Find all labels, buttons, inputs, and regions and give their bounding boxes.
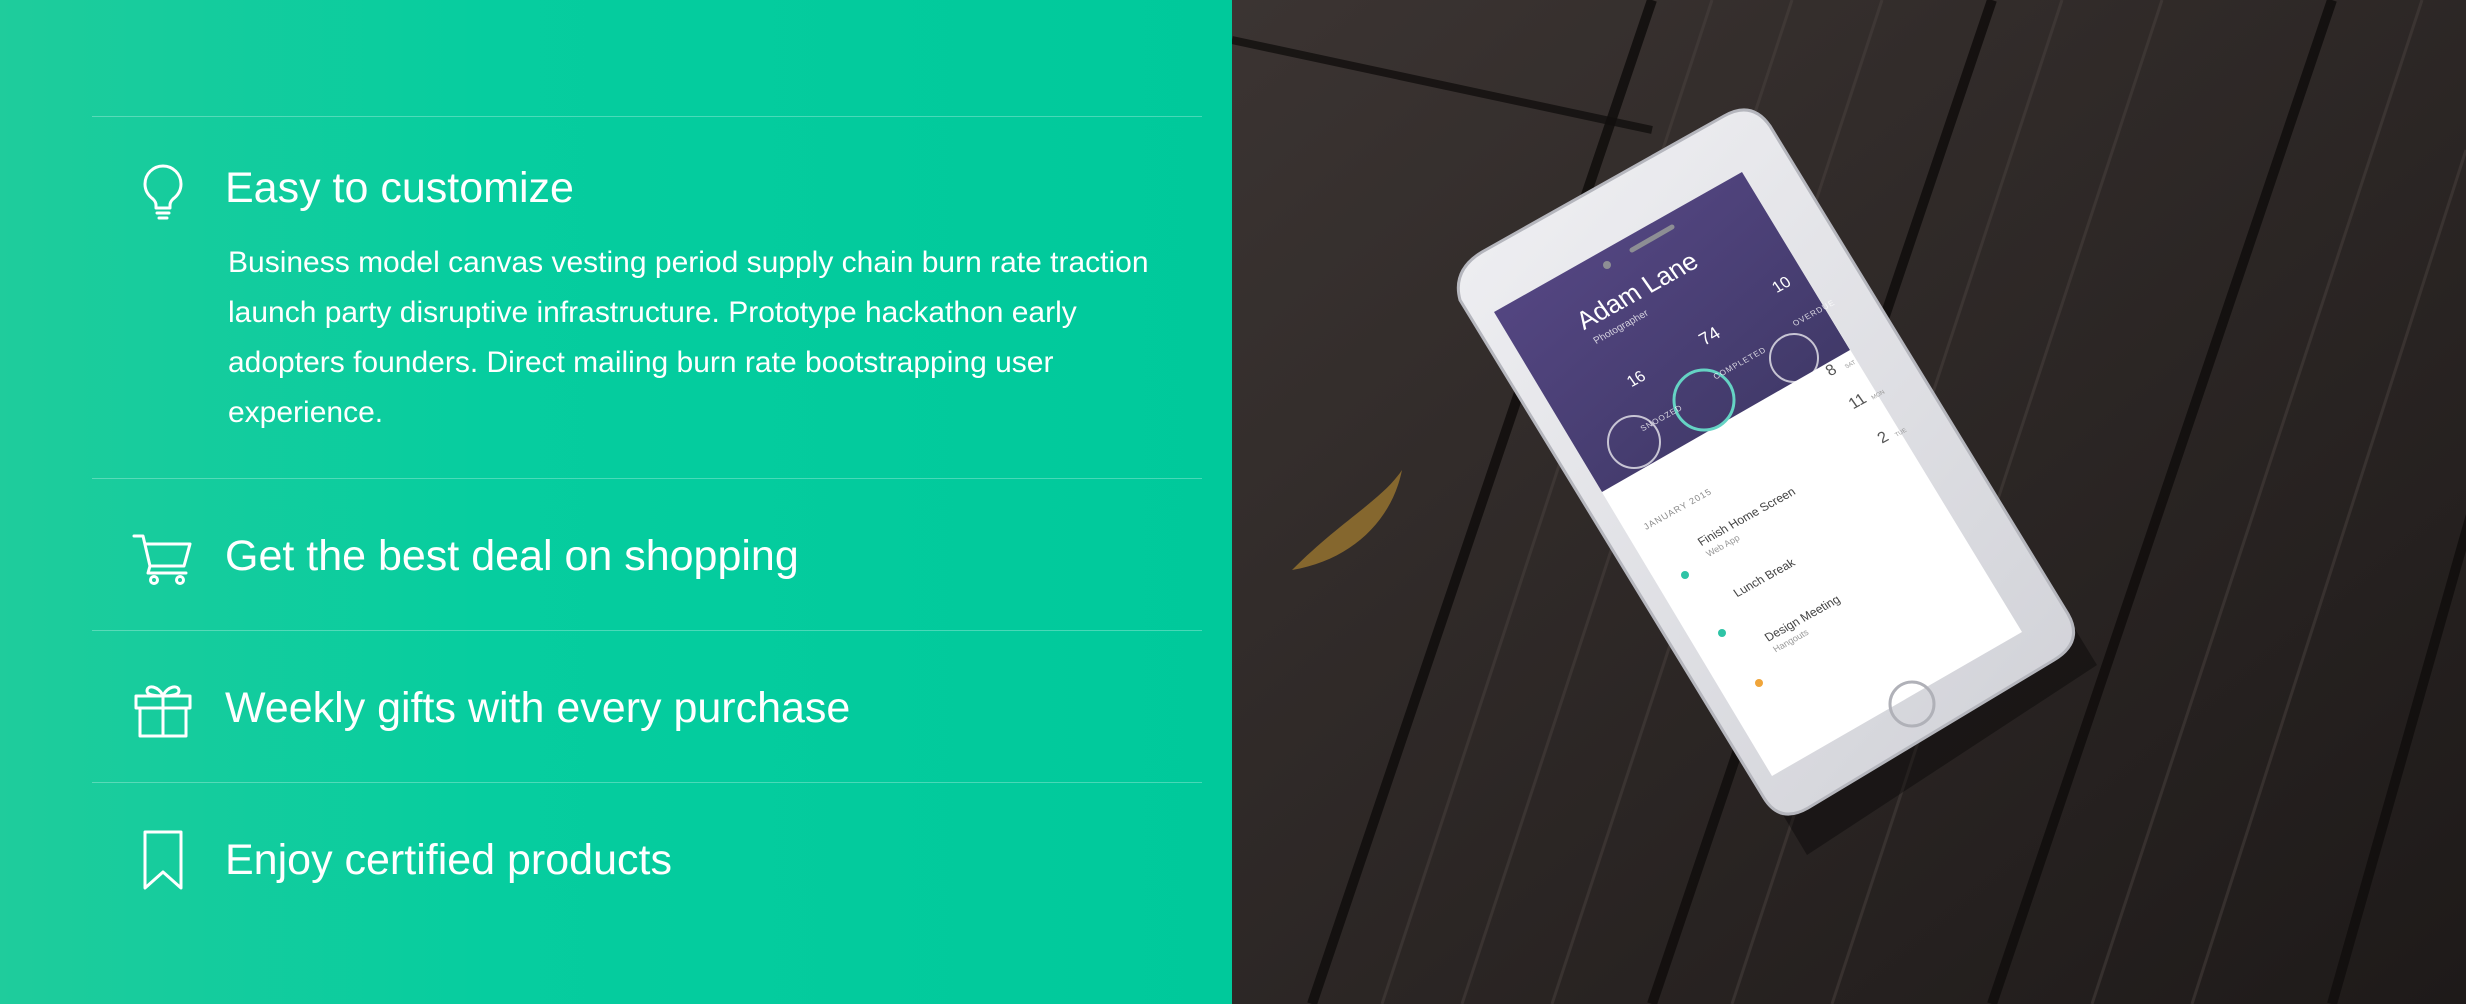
date-dow: MON: [1870, 389, 1887, 402]
feature-title: Easy to customize: [225, 164, 574, 212]
date-day: 2: [1874, 428, 1893, 448]
feature-title: Get the best deal on shopping: [225, 532, 799, 580]
feature-title: Weekly gifts with every purchase: [225, 684, 851, 732]
divider: [92, 630, 1202, 631]
divider: [92, 116, 1202, 117]
bookmark-icon: [130, 828, 196, 894]
stat-snoozed-label: SNOOZED: [1638, 403, 1685, 434]
feature-title: Enjoy certified products: [225, 836, 672, 884]
lightbulb-icon: [130, 158, 196, 224]
shopping-cart-icon: [130, 524, 196, 590]
divider: [92, 782, 1202, 783]
date-dow: TUE: [1894, 427, 1909, 439]
feature-description: Business model canvas vesting period sup…: [228, 246, 1149, 429]
stat-overdue-label: OVERDUE: [1790, 298, 1837, 329]
stat-overdue-value: 10: [1769, 273, 1795, 297]
features-panel: Easy to customize Business model canvas …: [0, 0, 1232, 1004]
phone-photo: Adam Lane Photographer 16 74 10 SNOOZED …: [1232, 0, 2466, 1004]
stat-snoozed-value: 16: [1623, 368, 1650, 391]
divider: [92, 478, 1202, 479]
task-title: Lunch Break: [1730, 555, 1798, 600]
stat-completed-label: COMPLETED: [1711, 345, 1769, 382]
gift-icon: [130, 676, 196, 742]
stat-completed-value: 74: [1695, 322, 1725, 350]
page: Easy to customize Business model canvas …: [0, 0, 2466, 1004]
